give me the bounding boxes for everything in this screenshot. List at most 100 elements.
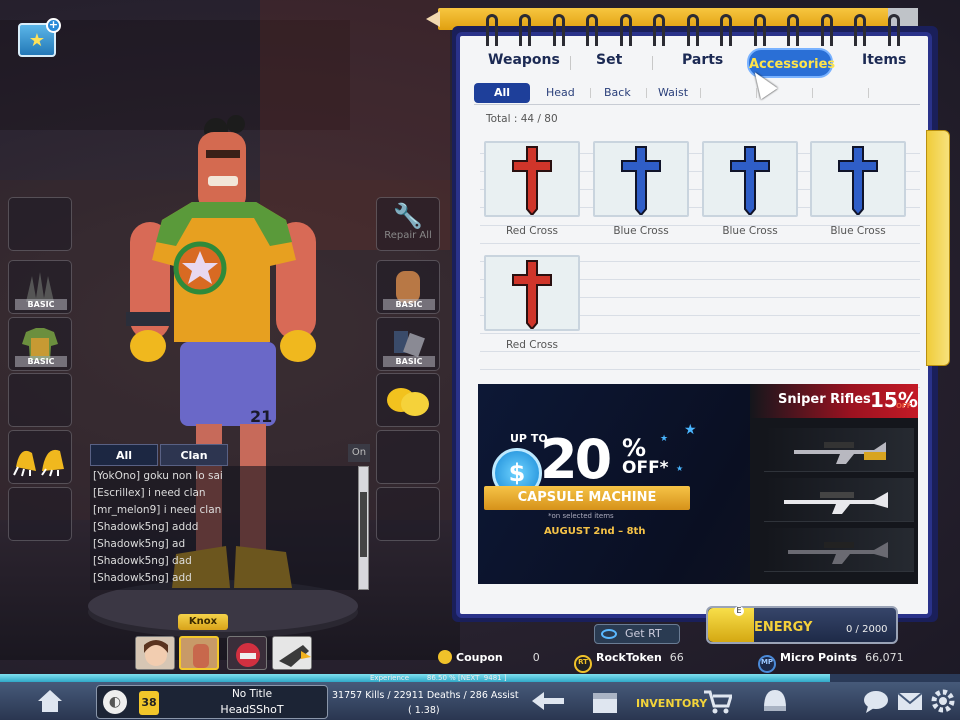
subtab-waist[interactable]: Waist — [658, 86, 688, 99]
character-avatar-icon — [181, 638, 217, 668]
equip-slot-feet[interactable] — [8, 430, 72, 484]
promo-dates: AUGUST 2nd – 8th — [544, 526, 646, 537]
home-icon[interactable] — [36, 688, 64, 720]
chat-scroll-thumb[interactable] — [360, 492, 367, 557]
chat-bubble-icon[interactable] — [862, 688, 890, 720]
player-level: 38 — [139, 691, 159, 715]
star-icon: ★ — [28, 29, 46, 51]
rock-token-display: RT RockToken 66 — [574, 648, 684, 673]
svg-text:21: 21 — [250, 407, 272, 426]
mail-icon[interactable] — [896, 688, 924, 720]
notebook-side-tab[interactable] — [926, 130, 950, 366]
item-slot[interactable] — [593, 141, 689, 217]
kd-ratio: ( 1.38) — [408, 705, 440, 716]
promo-off: OFF* — [622, 458, 669, 478]
tab-parts[interactable]: Parts — [682, 52, 723, 68]
spiral-ring — [620, 14, 632, 46]
star-icon: ★ — [684, 422, 697, 438]
item-name: Blue Cross — [613, 225, 669, 237]
basic-tag: BASIC — [15, 356, 67, 367]
subtab-back[interactable]: Back — [604, 86, 631, 99]
equip-slot-1[interactable] — [8, 197, 72, 251]
back-arrow-icon[interactable] — [530, 688, 566, 720]
chat-message: [mr_melon9] i need clan — [93, 504, 222, 516]
sniper-rifle-3 — [764, 528, 914, 572]
rt-ring-icon — [601, 629, 617, 639]
chat-tab-clan[interactable]: Clan — [160, 444, 228, 466]
repair-all-button[interactable]: 🔧 Repair All — [376, 197, 440, 251]
spiral-ring — [720, 14, 732, 46]
item-count: Total : 44 / 80 — [486, 113, 558, 125]
equip-slot-4[interactable] — [8, 373, 72, 427]
equip-slot-head[interactable]: BASIC — [8, 260, 72, 314]
selected-character-name: Knox — [178, 614, 228, 630]
chat-message: [YokOno] goku non lo sai — [93, 470, 223, 482]
item-slot[interactable] — [484, 141, 580, 217]
spiral-ring — [519, 14, 531, 46]
chat-message: [Shadowk5ng] ad — [93, 538, 186, 550]
blue-cross-icon — [838, 146, 878, 215]
chat-message: [Shadowk5ng] dad — [93, 555, 192, 567]
sniper-rifle-icon — [784, 492, 888, 514]
basic-tag: BASIC — [383, 299, 435, 310]
avatar: ◐ — [103, 690, 127, 714]
promo-fine-print: *on selected items — [548, 512, 614, 520]
character-avatar-icon — [228, 637, 266, 669]
equip-slot-6[interactable] — [8, 487, 72, 541]
coupon-display: Coupon 0 — [438, 648, 540, 668]
item-slot[interactable] — [702, 141, 798, 217]
gloves-icon — [377, 374, 439, 426]
item-slot[interactable] — [810, 141, 906, 217]
equip-slot-gadget[interactable]: BASIC — [376, 317, 440, 371]
character-select-knox[interactable] — [179, 636, 219, 670]
character-select-bird[interactable] — [272, 636, 312, 670]
micro-points-icon: MP — [758, 655, 776, 673]
character-select-helmet[interactable] — [227, 636, 267, 670]
subtab-all[interactable]: All — [474, 83, 530, 103]
chat-message: [Shadowk5ng] add — [93, 572, 192, 584]
basic-tag: BASIC — [383, 356, 435, 367]
micro-points-display: MP Micro Points 66,071 — [758, 648, 904, 673]
chat-tab-all[interactable]: All — [90, 444, 158, 466]
red-cross-icon — [512, 260, 552, 329]
tab-set[interactable]: Set — [596, 52, 622, 68]
chat-toggle[interactable]: On — [348, 444, 370, 462]
get-rt-button[interactable]: Get RT — [594, 624, 680, 644]
sniper-rifle-icon — [794, 442, 886, 464]
get-rt-label: Get RT — [625, 627, 662, 640]
promo-category: Sniper Rifles — [778, 392, 871, 407]
helmet-icon[interactable] — [760, 688, 790, 720]
equip-slot-face[interactable]: BASIC — [376, 260, 440, 314]
rock-token-icon: RT — [574, 655, 592, 673]
equip-slot-12[interactable] — [376, 487, 440, 541]
chat-panel: All Clan On [YokOno] goku non lo sai [Es… — [90, 444, 370, 610]
sniper-rifle-2 — [764, 478, 914, 522]
character-select-girl[interactable] — [135, 636, 175, 670]
tab-items[interactable]: Items — [862, 52, 906, 68]
shopping-cart-icon[interactable] — [702, 688, 734, 720]
equip-slot-shirt[interactable]: BASIC — [8, 317, 72, 371]
settings-gear-icon[interactable] — [930, 688, 956, 720]
battery-icon: E — [708, 606, 754, 642]
item-slot[interactable] — [484, 255, 580, 331]
spiral-ring — [486, 14, 498, 46]
energy-label: ENERGY — [754, 620, 813, 635]
player-profile[interactable]: ◐ 38 No Title HeadSShoT — [96, 685, 328, 719]
tab-weapons[interactable]: Weapons — [488, 52, 560, 68]
repair-all-label: Repair All — [384, 230, 432, 241]
inventory-label[interactable]: INVENTORY — [636, 697, 707, 710]
coupon-icon — [438, 650, 452, 664]
spiral-ring — [754, 14, 766, 46]
claw-feet-icon — [9, 431, 71, 483]
favorite-star-button[interactable]: ★ + — [18, 18, 61, 57]
chat-message: [Shadowk5ng] addd — [93, 521, 199, 533]
chat-scrollbar[interactable] — [358, 466, 369, 590]
equip-slot-11[interactable] — [376, 430, 440, 484]
player-title: No Title — [231, 688, 273, 700]
promo-banner[interactable]: Sniper Rifles 15% OFF ★ ★ ★ UP TO $ 20 %… — [478, 384, 918, 584]
chat-log: [YokOno] goku non lo sai [Escrillex] i n… — [90, 466, 358, 590]
calendar-icon[interactable] — [590, 688, 620, 720]
subtab-head[interactable]: Head — [546, 86, 575, 99]
item-name: Red Cross — [505, 225, 559, 237]
equip-slot-gloves[interactable] — [376, 373, 440, 427]
